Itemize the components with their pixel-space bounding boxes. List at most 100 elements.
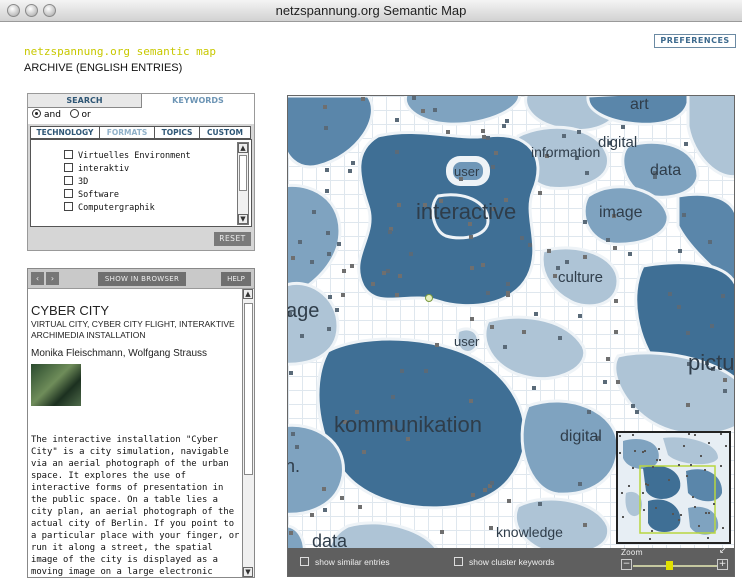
map-label-knowledge[interactable]: knowledge [496, 524, 563, 540]
entry-thumbnail[interactable] [31, 364, 81, 406]
entry-dot[interactable] [490, 325, 494, 329]
entry-dot[interactable] [587, 410, 591, 414]
entry-dot[interactable] [577, 130, 581, 134]
entry-dot[interactable] [398, 274, 402, 278]
entry-dot[interactable] [312, 210, 316, 214]
map-label-user[interactable]: user [454, 164, 479, 179]
map-label-age[interactable]: age [288, 300, 319, 323]
entry-dot[interactable] [635, 410, 639, 414]
detail-scrollbar[interactable]: ▲ ▼ [242, 289, 254, 577]
map-label-digital[interactable]: digital [598, 134, 637, 151]
entry-dot[interactable] [337, 242, 341, 246]
keyword-checkbox[interactable] [64, 176, 73, 185]
entry-dot[interactable] [505, 119, 509, 123]
entry-dot[interactable] [424, 369, 428, 373]
entry-dot[interactable] [614, 299, 618, 303]
entry-dot[interactable] [362, 450, 366, 454]
entry-dot[interactable] [470, 317, 474, 321]
entry-dot[interactable] [291, 432, 295, 436]
prev-entry-icon[interactable]: ‹ [31, 272, 44, 285]
entry-dot[interactable] [583, 523, 587, 527]
entry-dot[interactable] [613, 246, 617, 250]
entry-dot[interactable] [409, 252, 413, 256]
keyword-item[interactable]: 3D [64, 176, 88, 187]
entry-dot[interactable] [289, 531, 293, 535]
entry-dot[interactable] [328, 295, 332, 299]
entry-dot[interactable] [710, 324, 714, 328]
entry-dot[interactable] [491, 165, 495, 169]
entry-dot[interactable] [300, 334, 304, 338]
map-label-n[interactable]: n. [288, 456, 300, 477]
entry-dot[interactable] [481, 263, 485, 267]
entry-dot[interactable] [391, 395, 395, 399]
map-label-information[interactable]: information [531, 144, 600, 160]
and-radio[interactable] [32, 109, 41, 118]
entry-dot[interactable] [578, 482, 582, 486]
entry-dot[interactable] [678, 249, 682, 253]
entry-dot[interactable] [684, 142, 688, 146]
tab-search[interactable]: SEARCH [28, 94, 142, 108]
similar-checkbox[interactable] [300, 557, 309, 566]
entry-dot[interactable] [503, 345, 507, 349]
entry-dot[interactable] [490, 481, 494, 485]
entry-dot[interactable] [327, 327, 331, 331]
map-label-user-mid[interactable]: user [454, 334, 479, 349]
entry-dot[interactable] [412, 96, 416, 100]
cluster-checkbox[interactable] [454, 557, 463, 566]
zoom-out-button[interactable]: − [621, 559, 632, 570]
entry-dot[interactable] [682, 213, 686, 217]
entry-dot[interactable] [469, 235, 473, 239]
keyword-item[interactable]: Computergraphik [64, 202, 155, 213]
entry-dot[interactable] [538, 191, 542, 195]
map-label-culture[interactable]: culture [558, 269, 603, 286]
entry-dot[interactable] [583, 220, 587, 224]
scroll-up-icon[interactable]: ▲ [243, 289, 253, 299]
entry-dot[interactable] [522, 330, 526, 334]
entry-dot[interactable] [553, 274, 557, 278]
entry-dot[interactable] [289, 371, 293, 375]
entry-dot[interactable] [486, 291, 490, 295]
entry-dot[interactable] [326, 231, 330, 235]
keyword-checkbox[interactable] [64, 202, 73, 211]
preferences-button[interactable]: PREFERENCES [654, 34, 736, 48]
entry-dot[interactable] [565, 260, 569, 264]
scroll-thumb[interactable] [244, 303, 253, 475]
entry-dot[interactable] [489, 526, 493, 530]
entry-dot[interactable] [578, 314, 582, 318]
minimap[interactable] [616, 431, 731, 544]
entry-dot[interactable] [534, 312, 538, 316]
entry-dot[interactable] [506, 293, 510, 297]
show-similar-toggle[interactable]: show similar entries [300, 557, 390, 567]
entry-dot[interactable] [686, 331, 690, 335]
keyword-checkbox[interactable] [64, 189, 73, 198]
keyword-checkbox[interactable] [64, 163, 73, 172]
entry-dot[interactable] [483, 488, 487, 492]
entry-dot[interactable] [440, 530, 444, 534]
map-label-art[interactable]: art [630, 96, 649, 114]
entry-dot[interactable] [562, 134, 566, 138]
entry-dot[interactable] [621, 125, 625, 129]
entry-dot[interactable] [342, 269, 346, 273]
entry-dot[interactable] [323, 508, 327, 512]
entry-dot[interactable] [616, 380, 620, 384]
subtab-custom[interactable]: CUSTOM [199, 126, 251, 139]
subtab-formats[interactable]: FORMATS [99, 126, 155, 139]
entry-dot[interactable] [585, 171, 589, 175]
zoom-slider[interactable] [633, 565, 717, 567]
map-label-data[interactable]: data [650, 162, 681, 180]
expand-minimap-icon[interactable]: ↙ [719, 546, 727, 556]
entry-dot[interactable] [631, 404, 635, 408]
entry-dot[interactable] [350, 264, 354, 268]
entry-dot[interactable] [361, 97, 365, 101]
keyword-item[interactable]: Virtuelles Environment [64, 150, 191, 161]
entry-dot[interactable] [325, 189, 329, 193]
entry-dot[interactable] [435, 343, 439, 347]
map-label-interactive[interactable]: interactive [416, 199, 516, 225]
entry-dot[interactable] [358, 505, 362, 509]
entry-dot[interactable] [395, 293, 399, 297]
or-radio[interactable] [69, 109, 79, 118]
semantic-map[interactable]: art information digital user data intera… [287, 95, 735, 577]
subtab-technology[interactable]: TECHNOLOGY [30, 126, 100, 139]
entry-dot[interactable] [433, 108, 437, 112]
scroll-down-icon[interactable]: ▼ [243, 567, 253, 577]
